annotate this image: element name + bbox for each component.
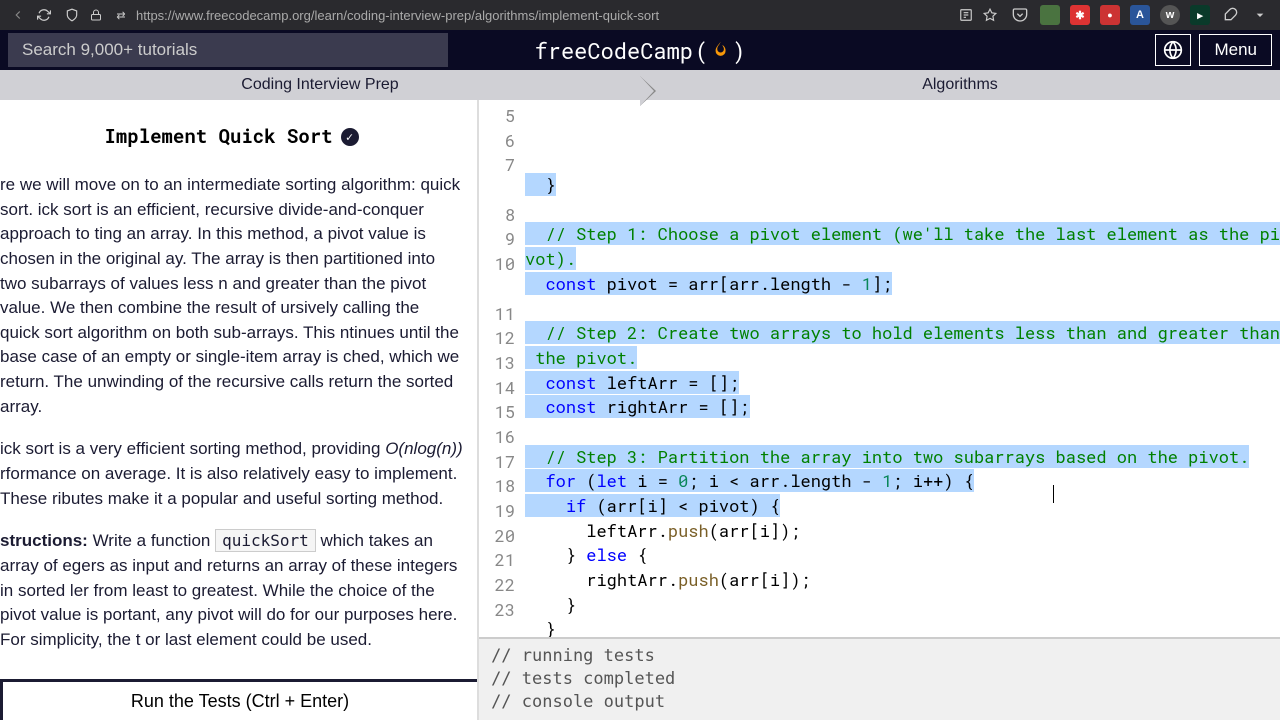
extension-icon-2[interactable]: ✱ bbox=[1070, 5, 1090, 25]
breadcrumb: Coding Interview Prep Algorithms bbox=[0, 70, 1280, 100]
line-gutter: 56778910101112131415161718192021222323 bbox=[479, 100, 525, 637]
extension-icon-3[interactable]: ● bbox=[1100, 5, 1120, 25]
chevron-down-icon[interactable] bbox=[1250, 5, 1270, 25]
globe-icon bbox=[1163, 40, 1183, 60]
extension-icon-6[interactable]: ▸ bbox=[1190, 5, 1210, 25]
back-icon[interactable] bbox=[10, 7, 26, 23]
reload-icon[interactable] bbox=[36, 7, 52, 23]
editor-pane: 56778910101112131415161718192021222323 }… bbox=[479, 100, 1280, 720]
permissions-icon[interactable]: ⇄ bbox=[112, 7, 128, 23]
menu-button[interactable]: Menu bbox=[1199, 34, 1272, 66]
run-tests-button[interactable]: Run the Tests (Ctrl + Enter) bbox=[0, 679, 479, 720]
output-console: // running tests// tests completed// con… bbox=[479, 637, 1280, 720]
flame-icon bbox=[710, 40, 730, 60]
challenge-title: Implement Quick Sort ✓ bbox=[0, 124, 463, 149]
extension-icon-1[interactable] bbox=[1040, 5, 1060, 25]
breadcrumb-item-0[interactable]: Coding Interview Prep bbox=[0, 76, 640, 94]
code-editor[interactable]: 56778910101112131415161718192021222323 }… bbox=[479, 100, 1280, 637]
extension-icon-4[interactable]: A bbox=[1130, 5, 1150, 25]
browser-chrome: ⇄ https://www.freecodecamp.org/learn/cod… bbox=[0, 0, 1280, 30]
challenge-paragraph-1: ick sort is a very efficient sorting met… bbox=[0, 437, 463, 511]
pocket-icon[interactable] bbox=[1010, 5, 1030, 25]
extensions-icon[interactable] bbox=[1220, 5, 1240, 25]
instructions-pane: Implement Quick Sort ✓ re we will move o… bbox=[0, 100, 479, 720]
reader-icon[interactable] bbox=[958, 7, 974, 23]
site-header: Search 9,000+ tutorials freeCodeCamp ( )… bbox=[0, 30, 1280, 70]
lock-icon[interactable] bbox=[88, 7, 104, 23]
check-icon: ✓ bbox=[341, 128, 359, 146]
logo[interactable]: freeCodeCamp ( ) bbox=[535, 36, 746, 65]
shield-icon[interactable] bbox=[64, 7, 80, 23]
code-content[interactable]: } // Step 1: Choose a pivot element (we'… bbox=[525, 100, 1280, 637]
bookmark-icon[interactable] bbox=[982, 7, 998, 23]
search-input[interactable]: Search 9,000+ tutorials bbox=[8, 33, 448, 67]
extension-icon-5[interactable]: w bbox=[1160, 5, 1180, 25]
url-text[interactable]: https://www.freecodecamp.org/learn/codin… bbox=[136, 8, 950, 23]
challenge-instructions: structions: Write a function quickSort w… bbox=[0, 529, 463, 652]
language-button[interactable] bbox=[1155, 34, 1191, 66]
challenge-paragraph-0: re we will move on to an intermediate so… bbox=[0, 173, 463, 419]
breadcrumb-item-1[interactable]: Algorithms bbox=[640, 76, 1280, 94]
